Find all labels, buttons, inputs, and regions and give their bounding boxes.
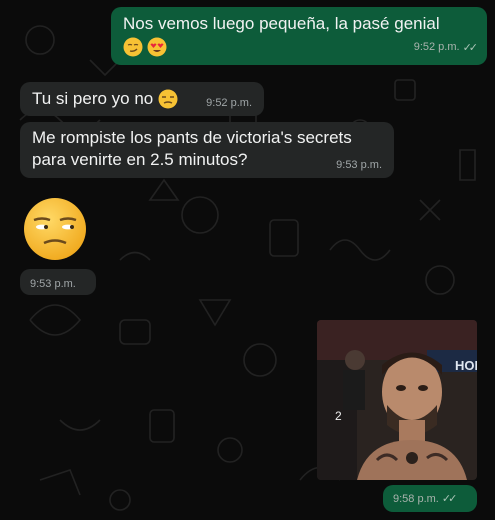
double-check-icon: ✓✓ — [462, 41, 479, 54]
message-time: 9:52 p.m. — [413, 41, 460, 53]
message-text: para venirte en 2.5 minutos? — [32, 150, 248, 169]
message-text: Nos vemos luego pequeña, la pasé genial — [123, 14, 440, 33]
outgoing-message-bubble[interactable]: Nos vemos luego pequeña, la pasé genial … — [111, 7, 487, 65]
emoji-message-time-bubble: 9:53 p.m. — [20, 269, 96, 295]
smirk-emoji-icon — [123, 37, 143, 57]
incoming-message-bubble[interactable]: Me rompiste los pants de victoria's secr… — [20, 122, 394, 178]
incoming-message-bubble[interactable]: Tu si pero yo no 9:52 p.m. — [20, 82, 264, 116]
image-message[interactable]: HON 2 — [317, 320, 477, 480]
message-time: 9:53 p.m. — [336, 159, 382, 171]
fighter-photo: HON 2 — [317, 320, 477, 480]
message-time: 9:52 p.m. — [206, 97, 252, 109]
image-time-bubble: 9:58 p.m. ✓✓ — [383, 485, 477, 512]
message-time: 9:58 p.m. — [393, 492, 439, 505]
message-text: Me rompiste los pants de victoria's secr… — [32, 128, 352, 147]
unamused-emoji-icon — [158, 89, 178, 109]
double-check-icon: ✓✓ — [441, 493, 458, 505]
heart-eyes-emoji-icon — [147, 37, 167, 57]
message-text: Tu si pero yo no — [32, 89, 154, 108]
message-time: 9:53 p.m. — [30, 278, 76, 290]
unamused-emoji-icon[interactable] — [22, 196, 88, 262]
svg-text:HON: HON — [455, 358, 477, 373]
svg-text:2: 2 — [335, 409, 342, 423]
